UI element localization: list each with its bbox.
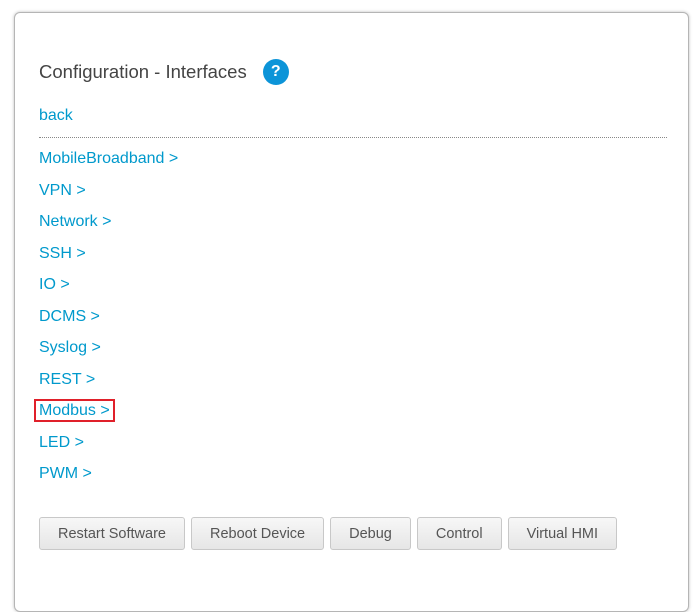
menu-item: IO >	[39, 275, 180, 307]
menu-item: DCMS >	[39, 307, 180, 339]
back-link[interactable]: back	[39, 107, 73, 125]
title-row: Configuration - Interfaces ?	[39, 59, 289, 85]
action-buttons: Restart Software Reboot Device Debug Con…	[39, 517, 618, 550]
menu-link-ssh[interactable]: SSH >	[37, 245, 88, 262]
menu-link-pwm[interactable]: PWM >	[37, 465, 94, 482]
menu-link-mobilebroadband[interactable]: MobileBroadband >	[37, 150, 180, 167]
divider	[39, 137, 667, 138]
virtual-hmi-button[interactable]: Virtual HMI	[507, 517, 618, 550]
menu-link-led[interactable]: LED >	[37, 434, 86, 451]
interfaces-menu: MobileBroadband > VPN > Network > SSH > …	[34, 149, 180, 496]
menu-link-dcms[interactable]: DCMS >	[37, 308, 102, 325]
menu-item: Network >	[39, 212, 180, 244]
menu-link-io[interactable]: IO >	[37, 276, 72, 293]
menu-link-rest[interactable]: REST >	[37, 371, 97, 388]
menu-item: Modbus >	[34, 399, 180, 433]
debug-button[interactable]: Debug	[330, 517, 411, 550]
control-button[interactable]: Control	[416, 517, 502, 550]
menu-link-syslog[interactable]: Syslog >	[37, 339, 103, 356]
menu-item: SSH >	[39, 244, 180, 276]
menu-link-modbus[interactable]: Modbus >	[34, 399, 115, 422]
menu-item: Syslog >	[39, 338, 180, 370]
menu-item: MobileBroadband >	[39, 149, 180, 181]
menu-link-vpn[interactable]: VPN >	[37, 182, 88, 199]
reboot-device-button[interactable]: Reboot Device	[191, 517, 325, 550]
menu-item: REST >	[39, 370, 180, 402]
restart-software-button[interactable]: Restart Software	[39, 517, 185, 550]
config-panel: Configuration - Interfaces ? back Mobile…	[14, 12, 689, 612]
menu-item: PWM >	[39, 464, 180, 496]
page-title: Configuration - Interfaces	[39, 61, 247, 82]
menu-item: LED >	[39, 433, 180, 465]
help-icon[interactable]: ?	[262, 59, 289, 85]
menu-item: VPN >	[39, 181, 180, 213]
menu-link-network[interactable]: Network >	[37, 213, 113, 230]
